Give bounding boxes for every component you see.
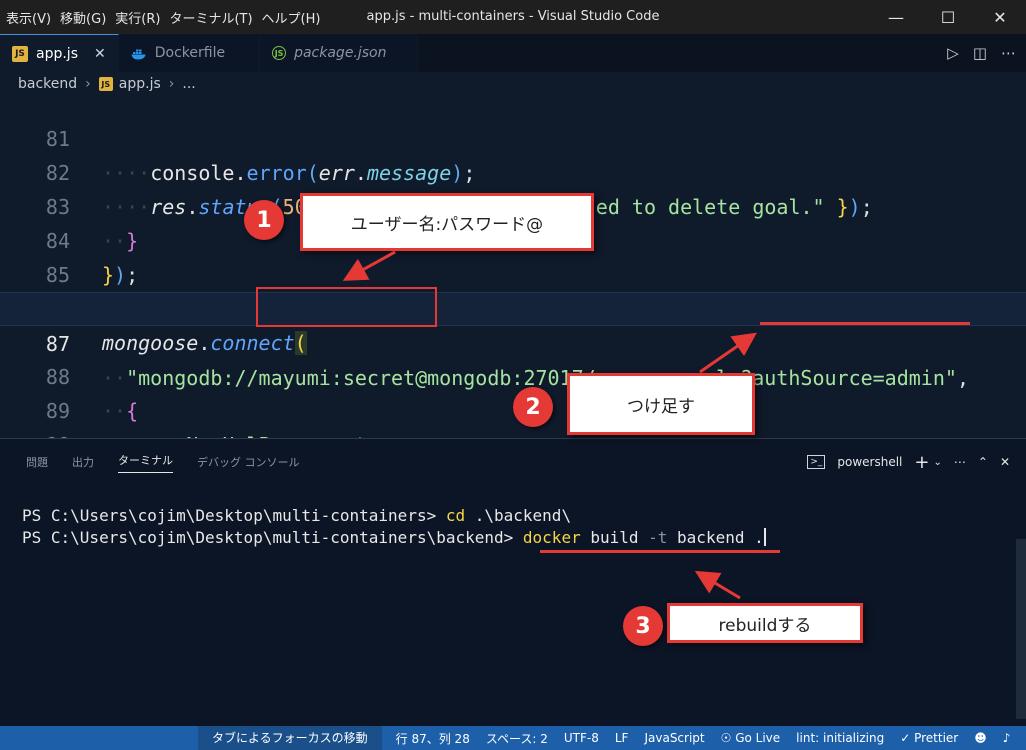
menu-run[interactable]: 実行(R) (115, 8, 169, 27)
code-line: 88 ··{ (0, 326, 1026, 423)
nodejs-icon: JS (272, 46, 287, 60)
docker-icon (131, 45, 147, 61)
breadcrumb-file[interactable]: app.js (119, 76, 161, 92)
callout-3-text: rebuildする (718, 615, 812, 636)
panel-actions: >_ powershell + ⌄ ⋯ ⌃ ✕ (807, 439, 1010, 485)
terminal-line: PS C:\Users\cojim\Desktop\multi-containe… (22, 528, 766, 547)
status-bar: タブによるフォーカスの移動 行 87、列 28 スペース: 2 UTF-8 LF… (0, 726, 1026, 750)
close-window-icon[interactable]: ✕ (974, 0, 1026, 34)
status-encoding[interactable]: UTF-8 (556, 731, 607, 745)
callout-1-text: ユーザー名:パスワード@ (350, 214, 544, 235)
status-cursor-position[interactable]: 行 87、列 28 (388, 730, 478, 747)
run-icon[interactable]: ▷ (947, 44, 959, 62)
split-editor-icon[interactable]: ◫ (973, 44, 987, 62)
highlight-authsource-underline (760, 322, 970, 325)
terminal-line: PS C:\Users\cojim\Desktop\multi-containe… (22, 506, 572, 525)
callout-2: つけ足す (567, 373, 755, 435)
step-badge-1: 1 (244, 200, 284, 240)
title-bar: 表示(V) 移動(G) 実行(R) ターミナル(T) ヘルプ(H) app.js… (0, 0, 1026, 34)
code-line: 82 ····res.status(500).json({ message: "… (0, 122, 1026, 219)
tab-label: package.json (294, 45, 387, 61)
step-badge-3: 3 (623, 606, 663, 646)
breadcrumb-more[interactable]: ... (182, 76, 195, 92)
menu-go[interactable]: 移動(G) (60, 8, 115, 27)
tab-label: Dockerfile (154, 45, 226, 61)
callout-3: rebuildする (667, 603, 863, 643)
code-line: 83 ··} (0, 156, 1026, 253)
broadcast-icon: ☉ (720, 731, 736, 745)
tab-package-json[interactable]: JS package.json (260, 34, 418, 72)
shell-label[interactable]: powershell (837, 455, 902, 469)
tab-app-js[interactable]: JS app.js ✕ (0, 34, 119, 72)
more-actions-icon[interactable]: ⋯ (1001, 44, 1016, 62)
status-indentation[interactable]: スペース: 2 (478, 730, 556, 747)
tab-terminal[interactable]: ターミナル (118, 452, 173, 473)
minimize-icon[interactable]: — (870, 0, 922, 34)
panel-tabs: 問題 出力 ターミナル デバッグ コンソール (0, 439, 300, 485)
code-line: 81 ····console.error(err.message); (0, 96, 1026, 185)
close-tab-icon[interactable]: ✕ (94, 46, 106, 62)
js-file-icon: JS (98, 77, 113, 91)
code-editor[interactable]: 81 ····console.error(err.message); 82 ··… (0, 96, 1026, 438)
chevron-up-icon[interactable]: ⌃ (978, 455, 988, 469)
callout-1: ユーザー名:パスワード@ (300, 193, 594, 251)
tab-debug-console[interactable]: デバッグ コンソール (197, 454, 300, 470)
terminal-icon: >_ (807, 455, 826, 469)
editor-actions: ▷ ◫ ⋯ (947, 34, 1016, 72)
status-eol[interactable]: LF (607, 731, 637, 745)
status-focus-mode[interactable]: タブによるフォーカスの移動 (198, 726, 382, 750)
status-prettier[interactable]: ✓ Prettier (892, 731, 966, 745)
terminal-scrollbar[interactable] (1016, 539, 1026, 719)
highlight-docker-command-underline (540, 550, 780, 553)
chevron-down-icon[interactable]: ⌄ (933, 457, 941, 468)
window-controls: — ☐ ✕ (870, 0, 1026, 34)
new-terminal-icon[interactable]: + (914, 452, 929, 473)
check-icon: ✓ (900, 731, 915, 745)
tab-label: app.js (36, 45, 78, 62)
breadcrumb: backend › JS app.js › ... (0, 72, 1026, 96)
menu-help[interactable]: ヘルプ(H) (262, 8, 330, 27)
close-panel-icon[interactable]: ✕ (1000, 455, 1010, 469)
menu-terminal[interactable]: ターミナル(T) (169, 8, 261, 27)
menu-bar: 表示(V) 移動(G) 実行(R) ターミナル(T) ヘルプ(H) (0, 0, 329, 34)
chevron-right-icon: › (85, 76, 91, 92)
status-lint[interactable]: lint: initializing (788, 731, 892, 745)
menu-view[interactable]: 表示(V) (6, 8, 60, 27)
maximize-icon[interactable]: ☐ (922, 0, 974, 34)
code-line: 91 ··} (0, 428, 1026, 438)
js-file-icon: JS (12, 45, 28, 62)
callout-2-text: つけ足す (627, 396, 695, 417)
bottom-panel: 問題 出力 ターミナル デバッグ コンソール >_ powershell + ⌄… (0, 438, 1026, 726)
accounts-icon[interactable]: ☻ (966, 731, 995, 745)
breadcrumb-folder[interactable]: backend (18, 76, 77, 92)
status-go-live[interactable]: ☉ Go Live (713, 731, 789, 745)
ellipsis-icon[interactable]: ⋯ (954, 455, 966, 469)
tab-output[interactable]: 出力 (72, 454, 94, 470)
step-badge-2: 2 (513, 387, 553, 427)
code-line: 89 ····useNewUrlParser: true, (0, 360, 1026, 438)
terminal-output[interactable]: PS C:\Users\cojim\Desktop\multi-containe… (22, 505, 766, 549)
terminal-cursor (763, 528, 766, 546)
current-code-line: 87 ··"mongodb://mayumi:secret@mongodb:27… (0, 292, 1026, 390)
status-language[interactable]: JavaScript (636, 731, 712, 745)
chevron-right-icon: › (168, 76, 175, 92)
highlight-credentials-box (256, 287, 437, 327)
bell-icon[interactable]: ♪ (995, 731, 1019, 745)
code-line: 86 mongoose.connect( (0, 258, 1026, 355)
tab-problems[interactable]: 問題 (26, 454, 48, 470)
tab-dockerfile[interactable]: Dockerfile (118, 34, 261, 72)
editor-tab-bar: JS app.js ✕ Dockerfile JS package.json ▷… (0, 34, 1026, 72)
